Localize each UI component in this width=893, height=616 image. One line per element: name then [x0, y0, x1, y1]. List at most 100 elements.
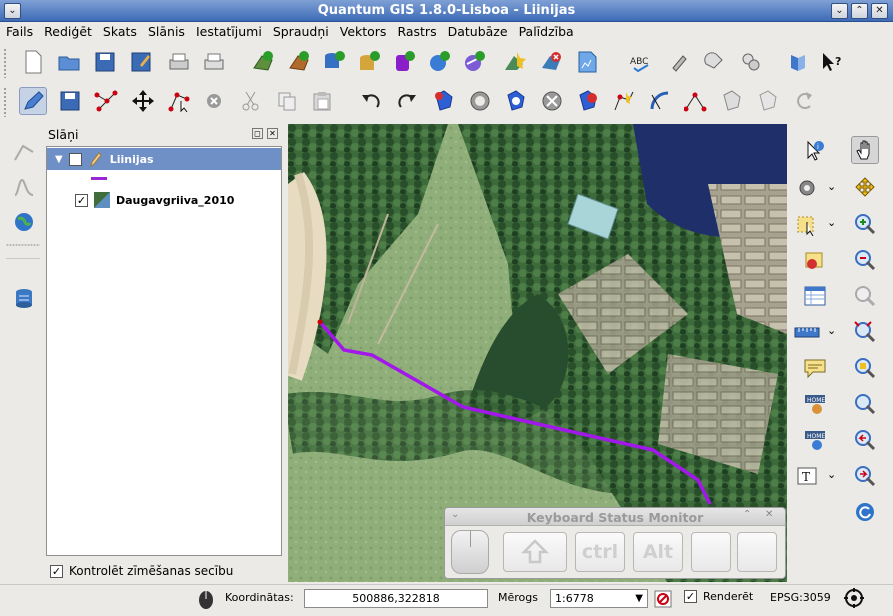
- map-tips-icon[interactable]: [801, 354, 829, 382]
- merge-attributes-icon[interactable]: [754, 87, 782, 115]
- save-project-icon[interactable]: [91, 48, 119, 76]
- undo-icon[interactable]: [357, 87, 385, 115]
- chevron-down-icon[interactable]: ⌄: [827, 324, 836, 337]
- georeferencer-icon[interactable]: [10, 208, 38, 236]
- chevron-down-icon[interactable]: ⌄: [827, 216, 836, 229]
- render-checkbox[interactable]: ✓: [684, 590, 697, 603]
- menu-raster[interactable]: Rastrs: [391, 22, 441, 39]
- zoom-to-layer-icon[interactable]: [851, 390, 879, 418]
- add-mssql-layer-icon[interactable]: [390, 48, 418, 76]
- python-console-icon[interactable]: [737, 48, 765, 76]
- zoom-in-icon[interactable]: [851, 210, 879, 238]
- attribute-table-icon[interactable]: [801, 282, 829, 310]
- open-project-icon[interactable]: [55, 48, 83, 76]
- menu-settings[interactable]: Iestatījumi: [190, 22, 267, 39]
- layer-row-daugavgriiva[interactable]: ✓ Daugavgriiva_2010: [47, 189, 281, 211]
- print-composer-icon[interactable]: [165, 48, 193, 76]
- delete-part-icon[interactable]: [574, 87, 602, 115]
- help-contents-icon[interactable]: [784, 48, 812, 76]
- layer-row-liinijas[interactable]: ▼ ✓ Liinijas: [47, 148, 281, 170]
- deselect-features-icon[interactable]: [801, 246, 829, 274]
- menu-file[interactable]: Fails: [0, 22, 38, 39]
- remove-layer-icon[interactable]: [537, 48, 565, 76]
- scale-combobox[interactable]: 1:6778 ▼: [550, 589, 648, 608]
- toggle-editing-icon[interactable]: [19, 87, 47, 115]
- select-features-icon[interactable]: [793, 210, 821, 238]
- add-wms-layer-icon[interactable]: [425, 48, 453, 76]
- reshape-features-icon[interactable]: [610, 87, 638, 115]
- identify-features-icon[interactable]: i: [801, 136, 829, 164]
- merge-features-icon[interactable]: [718, 87, 746, 115]
- layer-visibility-checkbox[interactable]: ✓: [68, 152, 82, 166]
- zoom-to-selection-icon[interactable]: [851, 354, 879, 382]
- close-panel-icon[interactable]: ✕: [267, 128, 278, 139]
- db-manager-icon[interactable]: [10, 284, 38, 312]
- copy-features-icon[interactable]: [273, 87, 301, 115]
- stop-render-icon[interactable]: [651, 585, 675, 613]
- add-feature-icon[interactable]: [92, 87, 120, 115]
- menu-view[interactable]: Skats: [97, 22, 142, 39]
- add-spatialite-layer-icon[interactable]: [355, 48, 383, 76]
- menu-database[interactable]: Datubāze: [442, 22, 513, 39]
- simplify-feature-icon[interactable]: [430, 87, 458, 115]
- paste-features-icon[interactable]: [308, 87, 336, 115]
- plugin-manager-icon[interactable]: [700, 48, 728, 76]
- add-part-icon[interactable]: [502, 87, 530, 115]
- chevron-up-icon[interactable]: ⌃: [743, 509, 751, 520]
- split-features-icon[interactable]: [682, 87, 710, 115]
- add-raster-layer-icon[interactable]: [285, 48, 313, 76]
- pan-to-selected-icon[interactable]: [851, 174, 879, 202]
- zoom-full-icon[interactable]: [851, 318, 879, 346]
- pan-map-icon[interactable]: [851, 136, 879, 164]
- rotate-symbol-icon[interactable]: [790, 87, 818, 115]
- print-icon[interactable]: [200, 48, 228, 76]
- add-postgis-layer-icon[interactable]: [320, 48, 348, 76]
- cut-features-icon[interactable]: [237, 87, 265, 115]
- menu-edit[interactable]: Rediģēt: [38, 22, 97, 39]
- menu-layer[interactable]: Slānis: [142, 22, 190, 39]
- maximize-icon[interactable]: ⌃: [851, 3, 868, 19]
- node-tool-icon[interactable]: [166, 87, 194, 115]
- crs-status[interactable]: EPSG:3059: [770, 591, 831, 604]
- coordinates-field[interactable]: 500886,322818: [304, 589, 488, 608]
- offset-curve-icon[interactable]: [646, 87, 674, 115]
- show-bookmarks-icon[interactable]: HOME: [801, 426, 829, 454]
- add-ring-icon[interactable]: [466, 87, 494, 115]
- histogram-icon[interactable]: [10, 172, 38, 200]
- zoom-out-icon[interactable]: [851, 246, 879, 274]
- projection-icon[interactable]: [840, 584, 868, 612]
- zoom-next-icon[interactable]: [851, 462, 879, 490]
- gear-icon[interactable]: [793, 174, 821, 202]
- toolbar-grip[interactable]: [6, 244, 40, 246]
- chevron-down-icon[interactable]: ⌄: [827, 468, 836, 481]
- add-vector-layer-icon[interactable]: [249, 48, 277, 76]
- new-project-icon[interactable]: [19, 48, 47, 76]
- menu-plugins[interactable]: Spraudņi: [267, 22, 334, 39]
- render-order-checkbox[interactable]: ✓: [50, 564, 63, 578]
- save-edits-icon[interactable]: [56, 87, 84, 115]
- plugin-tool-icon[interactable]: [665, 48, 693, 76]
- zoom-last-icon[interactable]: [851, 426, 879, 454]
- new-bookmark-icon[interactable]: HOME: [801, 390, 829, 418]
- delete-selected-icon[interactable]: [200, 87, 228, 115]
- gps-icon[interactable]: [573, 48, 601, 76]
- whats-this-icon[interactable]: ?: [818, 48, 846, 76]
- spellcheck-icon[interactable]: ABC: [628, 48, 656, 76]
- menu-help[interactable]: Palīdzība: [513, 22, 579, 39]
- text-annotation-icon[interactable]: T: [793, 462, 821, 490]
- save-as-icon[interactable]: [127, 48, 155, 76]
- coordinate-capture-icon[interactable]: [10, 138, 38, 166]
- add-wcs-layer-icon[interactable]: [460, 48, 488, 76]
- monitor-header[interactable]: ⌄ Keyboard Status Monitor ⌃ ✕: [445, 508, 785, 526]
- minimize-icon[interactable]: ⌄: [831, 3, 848, 19]
- menu-vector[interactable]: Vektors: [334, 22, 392, 39]
- toolbar-grip[interactable]: [3, 87, 7, 117]
- move-feature-icon[interactable]: [129, 87, 157, 115]
- layer-visibility-checkbox[interactable]: ✓: [75, 193, 88, 207]
- close-icon[interactable]: ✕: [765, 509, 773, 520]
- toolbar-grip[interactable]: [3, 48, 7, 78]
- refresh-icon[interactable]: [851, 498, 879, 526]
- zoom-actual-size-icon[interactable]: [851, 282, 879, 310]
- float-panel-icon[interactable]: ◻: [252, 128, 263, 139]
- measure-line-icon[interactable]: [793, 318, 821, 346]
